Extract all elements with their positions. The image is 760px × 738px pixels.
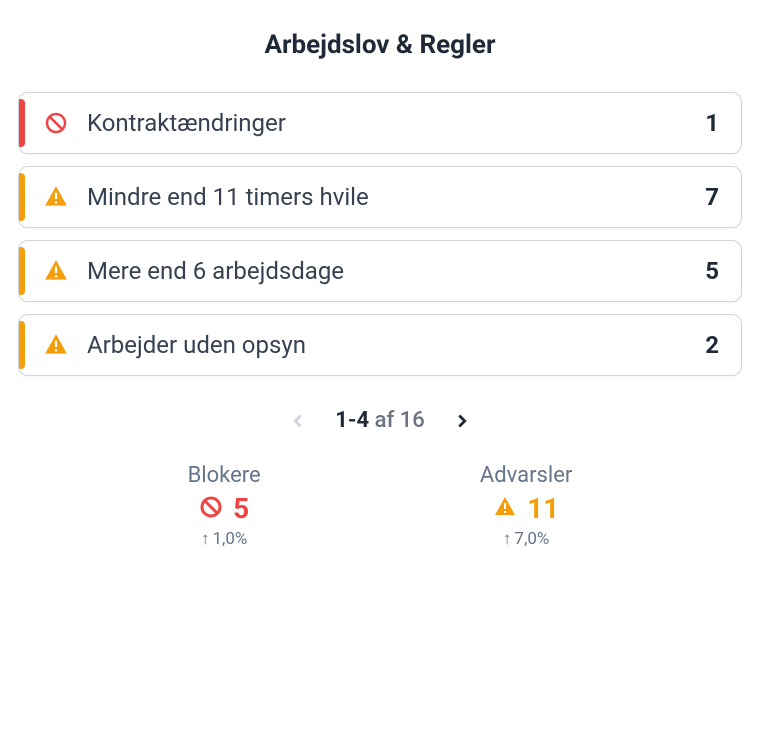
page-range: 1-4 — [335, 408, 369, 433]
prev-page-button[interactable] — [287, 410, 309, 432]
rule-item[interactable]: Kontraktændringer 1 — [18, 92, 742, 154]
rule-accent — [19, 247, 25, 295]
stat-label: Blokere — [188, 463, 261, 488]
warning-icon — [43, 332, 69, 358]
stat-trend: ↑ 1,0% — [201, 529, 247, 549]
rules-list: Kontraktændringer 1 Mindre end 11 timers… — [18, 92, 742, 376]
rule-label: Kontraktændringer — [87, 109, 705, 137]
pagination: 1-4 af 16 — [18, 408, 742, 433]
rule-count: 7 — [705, 183, 719, 211]
ban-icon — [199, 495, 223, 523]
page-title: Arbejdslov & Regler — [18, 30, 742, 60]
stat-value-row: 5 — [199, 492, 249, 525]
stats-row: Blokere 5 ↑ 1,0% Advarsler 11 ↑ — [18, 463, 742, 549]
rule-item[interactable]: Mindre end 11 timers hvile 7 — [18, 166, 742, 228]
rule-label: Mindre end 11 timers hvile — [87, 183, 705, 211]
warning-icon — [493, 495, 517, 523]
trend-value: 7,0% — [514, 529, 549, 549]
page-info: 1-4 af 16 — [335, 408, 425, 433]
stat-value: 5 — [233, 492, 249, 525]
rule-count: 5 — [705, 257, 719, 285]
rule-accent — [19, 99, 25, 147]
stat-value: 11 — [527, 492, 559, 525]
stat-value-row: 11 — [493, 492, 559, 525]
warning-icon — [43, 184, 69, 210]
stat-trend: ↑ 7,0% — [503, 529, 549, 549]
stat-label: Advarsler — [480, 463, 573, 488]
rule-accent — [19, 173, 25, 221]
page-total: 16 — [400, 408, 425, 433]
page-of-word: af — [375, 408, 395, 433]
rule-item[interactable]: Mere end 6 arbejdsdage 5 — [18, 240, 742, 302]
rule-label: Mere end 6 arbejdsdage — [87, 257, 705, 285]
rule-count: 1 — [705, 109, 719, 137]
stat-warn: Advarsler 11 ↑ 7,0% — [480, 463, 573, 549]
next-page-button[interactable] — [451, 410, 473, 432]
rule-count: 2 — [705, 331, 719, 359]
rule-label: Arbejder uden opsyn — [87, 331, 705, 359]
arrow-up-icon: ↑ — [503, 529, 512, 549]
rule-item[interactable]: Arbejder uden opsyn 2 — [18, 314, 742, 376]
stat-block: Blokere 5 ↑ 1,0% — [188, 463, 261, 549]
rule-accent — [19, 321, 25, 369]
trend-value: 1,0% — [212, 529, 247, 549]
ban-icon — [43, 110, 69, 136]
arrow-up-icon: ↑ — [201, 529, 210, 549]
warning-icon — [43, 258, 69, 284]
